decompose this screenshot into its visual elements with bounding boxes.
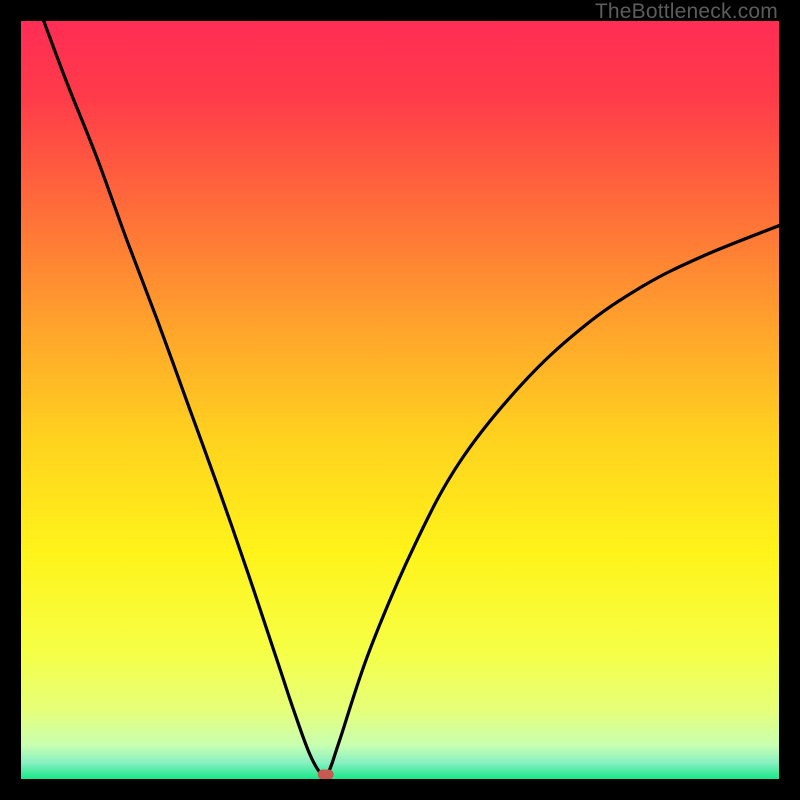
chart-frame — [21, 21, 779, 779]
gradient-background — [21, 21, 779, 779]
watermark-text: TheBottleneck.com — [595, 0, 778, 24]
optimal-point-marker — [318, 769, 334, 779]
bottleneck-chart — [21, 21, 779, 779]
